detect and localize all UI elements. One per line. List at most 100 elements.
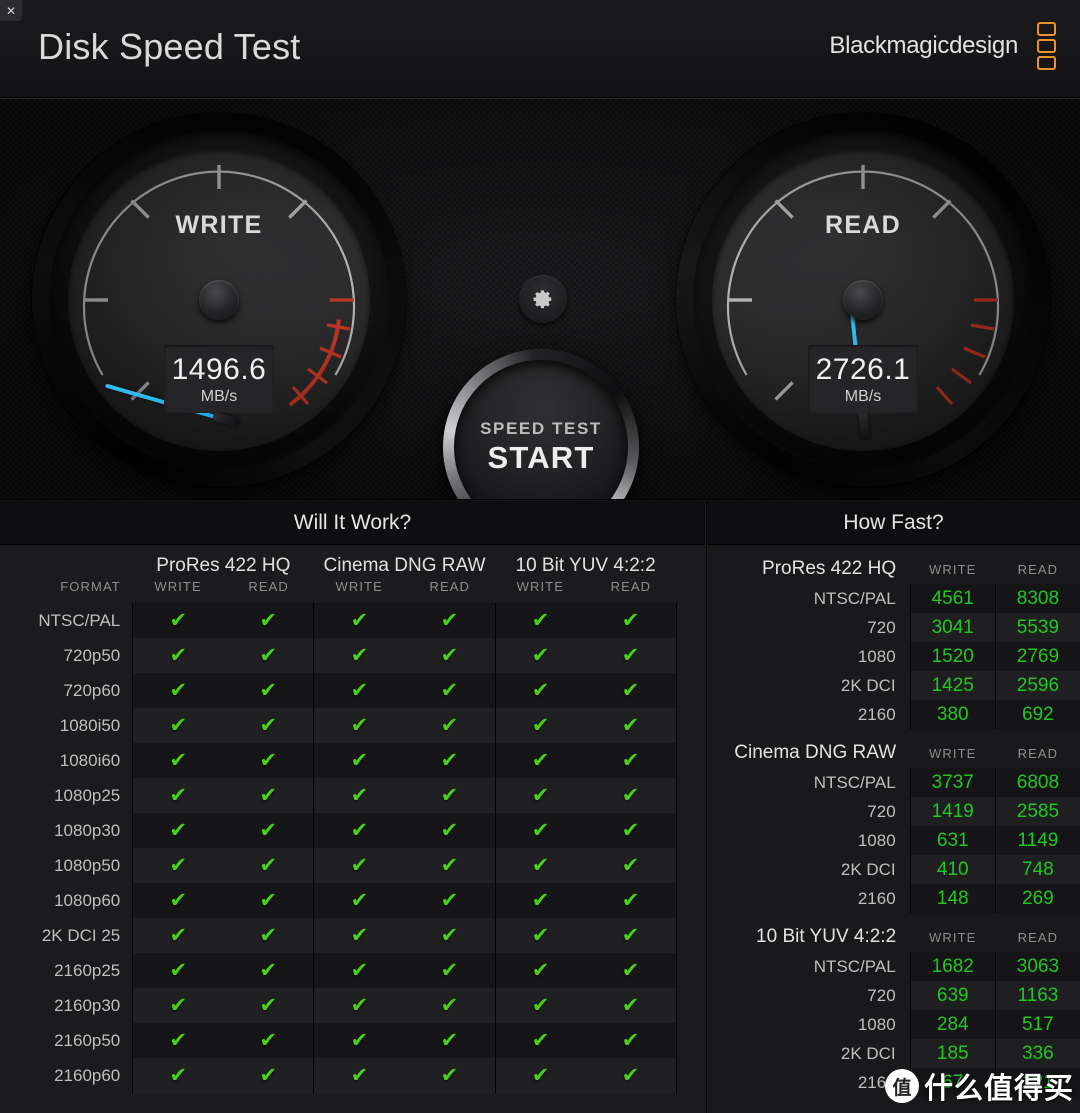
how-fast-title: How Fast? [843, 510, 944, 534]
compatibility-cell: ✔ [313, 778, 405, 813]
write-fps-value: 3737 [909, 768, 996, 797]
compatibility-cell: ✔ [404, 918, 496, 953]
row-padding [676, 1058, 705, 1093]
gear-icon[interactable] [519, 275, 567, 323]
table-row: 1080p50 ✔ ✔ ✔ ✔ ✔ ✔ [0, 848, 705, 883]
read-readout: 2726.1 MB/s [808, 345, 918, 413]
read-fps-value: 3063 [994, 952, 1080, 981]
codec-header-row: ProRes 422 HQ Cinema DNG RAW 10 Bit YUV … [0, 545, 705, 579]
compatibility-cell: ✔ [585, 848, 677, 883]
table-row: 1080p30 ✔ ✔ ✔ ✔ ✔ ✔ [0, 813, 705, 848]
write-fps-value: 639 [909, 981, 996, 1010]
check-icon: ✔ [531, 643, 550, 667]
check-icon: ✔ [440, 923, 459, 947]
read-fps-value: 2596 [994, 671, 1080, 700]
compatibility-cell: ✔ [313, 1023, 405, 1058]
compatibility-cell: ✔ [132, 918, 224, 953]
check-icon: ✔ [350, 748, 369, 772]
gauge-face: WRITE 1496.6 MB/s [68, 149, 370, 451]
compatibility-cell: ✔ [494, 883, 586, 918]
compatibility-cell: ✔ [494, 918, 586, 953]
format-column-header: FORMAT [60, 579, 121, 594]
read-gauge-hub [843, 280, 883, 320]
row-padding [676, 953, 705, 988]
will-it-work-thead: ProRes 422 HQ Cinema DNG RAW 10 Bit YUV … [0, 545, 705, 603]
compatibility-cell: ✔ [313, 918, 405, 953]
write-fps-value: 380 [909, 700, 996, 729]
row-padding [676, 778, 705, 813]
compatibility-cell: ✔ [313, 673, 405, 708]
check-icon: ✔ [621, 643, 640, 667]
table-row: 1080 631 1149 [707, 826, 1080, 855]
compatibility-cell: ✔ [223, 1023, 314, 1058]
row-padding [676, 883, 705, 918]
compatibility-cell: ✔ [132, 848, 224, 883]
subheader-row: FORMAT WRITE READ WRITE READ WRITE READ [0, 579, 705, 603]
read-unit: MB/s [844, 388, 882, 405]
table-row: 2K DCI 185 336 [707, 1039, 1080, 1068]
compatibility-cell: ✔ [313, 638, 405, 673]
compatibility-cell: ✔ [223, 673, 314, 708]
row-padding [676, 988, 705, 1023]
compatibility-cell: ✔ [223, 918, 314, 953]
resolution-label: 1080 [857, 646, 896, 666]
compatibility-cell: ✔ [585, 988, 677, 1023]
close-icon[interactable]: ✕ [0, 0, 22, 21]
compatibility-cell: ✔ [313, 708, 405, 743]
table-row: 720 639 1163 [707, 981, 1080, 1010]
write-fps-value: 185 [909, 1039, 996, 1068]
read-gauge: READ 2726.1 MB/s [676, 113, 1050, 487]
compatibility-cell: ✔ [223, 883, 314, 918]
check-icon: ✔ [621, 923, 640, 947]
read-gauge-label: READ [824, 211, 902, 239]
check-icon: ✔ [259, 958, 278, 982]
compatibility-cell: ✔ [404, 708, 496, 743]
resolution-label: 2K DCI [840, 1043, 896, 1063]
table-row: NTSC/PAL 1682 3063 [707, 952, 1080, 981]
read-fps-value: 748 [994, 855, 1080, 884]
check-icon: ✔ [440, 853, 459, 877]
compatibility-cell: ✔ [223, 1058, 314, 1093]
compatibility-cell: ✔ [132, 953, 224, 988]
compatibility-cell: ✔ [132, 638, 224, 673]
how-fast-section-header: ProRes 422 HQ WRITE READ [707, 545, 1080, 584]
check-icon: ✔ [531, 923, 550, 947]
resolution-label: 720 [867, 617, 896, 637]
subheader-read-2: READ [610, 579, 652, 594]
compatibility-cell: ✔ [132, 988, 224, 1023]
read-fps-value: 2769 [994, 642, 1080, 671]
row-padding [676, 603, 705, 638]
check-icon: ✔ [259, 748, 278, 772]
compatibility-cell: ✔ [585, 603, 677, 638]
subheader-read-1: READ [429, 579, 470, 594]
subheader-write-1: WRITE [335, 579, 383, 594]
compatibility-cell: ✔ [585, 638, 677, 673]
compatibility-cell: ✔ [404, 638, 496, 673]
check-icon: ✔ [621, 853, 640, 877]
write-fps-value: 3041 [909, 613, 996, 642]
check-icon: ✔ [531, 958, 550, 982]
page-title: Disk Speed Test [38, 26, 301, 67]
check-icon: ✔ [440, 993, 459, 1017]
check-icon: ✔ [350, 1028, 369, 1052]
compatibility-cell: ✔ [585, 813, 677, 848]
resolution-label: 2160 [857, 704, 896, 724]
check-icon: ✔ [350, 853, 369, 877]
read-fps-value: 336 [994, 1039, 1080, 1068]
codec-header-1: Cinema DNG RAW [323, 555, 486, 576]
will-it-work-header: Will It Work? [0, 501, 705, 545]
table-row: 2160p30 ✔ ✔ ✔ ✔ ✔ ✔ [0, 988, 705, 1023]
compatibility-cell: ✔ [223, 848, 314, 883]
how-fast-tbody: ProRes 422 HQ WRITE READ NTSC/PAL 4561 8308 72… [707, 545, 1080, 1097]
table-row: 2K DCI 410 748 [707, 855, 1080, 884]
compatibility-cell: ✔ [132, 883, 224, 918]
subheader-write-0: WRITE [154, 579, 202, 594]
format-label: 720p50 [63, 645, 121, 665]
compatibility-cell: ✔ [132, 1058, 224, 1093]
compatibility-cell: ✔ [223, 638, 314, 673]
disk-speed-test-window: ✕ Disk Speed Test Blackmagicdesign WRITE… [0, 0, 1080, 1113]
check-icon: ✔ [440, 958, 459, 982]
check-icon: ✔ [350, 713, 369, 737]
speed-test-start-button[interactable]: SPEED TEST START [443, 349, 639, 499]
format-label: 720p60 [63, 680, 121, 700]
